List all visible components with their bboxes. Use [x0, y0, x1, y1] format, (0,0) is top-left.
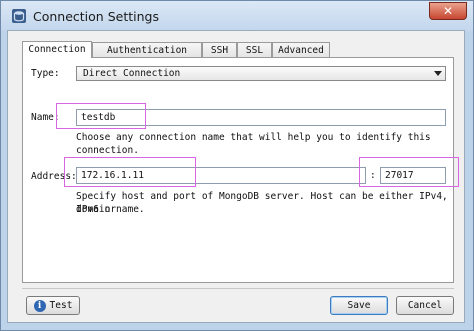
info-icon: i	[33, 299, 46, 312]
type-select-value: Direct Connection	[83, 68, 181, 79]
tab-connection[interactable]: Connection	[22, 41, 92, 58]
tab-advanced[interactable]: Advanced	[272, 42, 330, 58]
window-title: Connection Settings	[33, 9, 159, 24]
close-button[interactable]: ✕	[429, 2, 467, 20]
name-highlight	[56, 103, 146, 129]
database-icon	[12, 9, 26, 23]
footer-divider	[22, 288, 454, 289]
tab-ssl[interactable]: SSL	[237, 42, 272, 58]
host-highlight	[64, 157, 196, 187]
cancel-button[interactable]: Cancel	[396, 296, 454, 315]
test-button[interactable]: i Test	[26, 296, 80, 315]
chevron-down-icon	[434, 71, 442, 76]
tab-authentication[interactable]: Authentication	[92, 42, 202, 58]
test-button-label: Test	[49, 300, 73, 311]
address-hint-line2: domain name.	[76, 204, 145, 215]
save-button[interactable]: Save	[330, 296, 388, 315]
port-highlight	[359, 157, 459, 187]
type-label: Type:	[31, 68, 60, 79]
type-select[interactable]: Direct Connection	[76, 66, 446, 81]
name-hint: Choose any connection name that will hel…	[76, 132, 431, 156]
title-bar: Connection Settings	[1, 1, 473, 31]
tab-ssh[interactable]: SSH	[202, 42, 237, 58]
